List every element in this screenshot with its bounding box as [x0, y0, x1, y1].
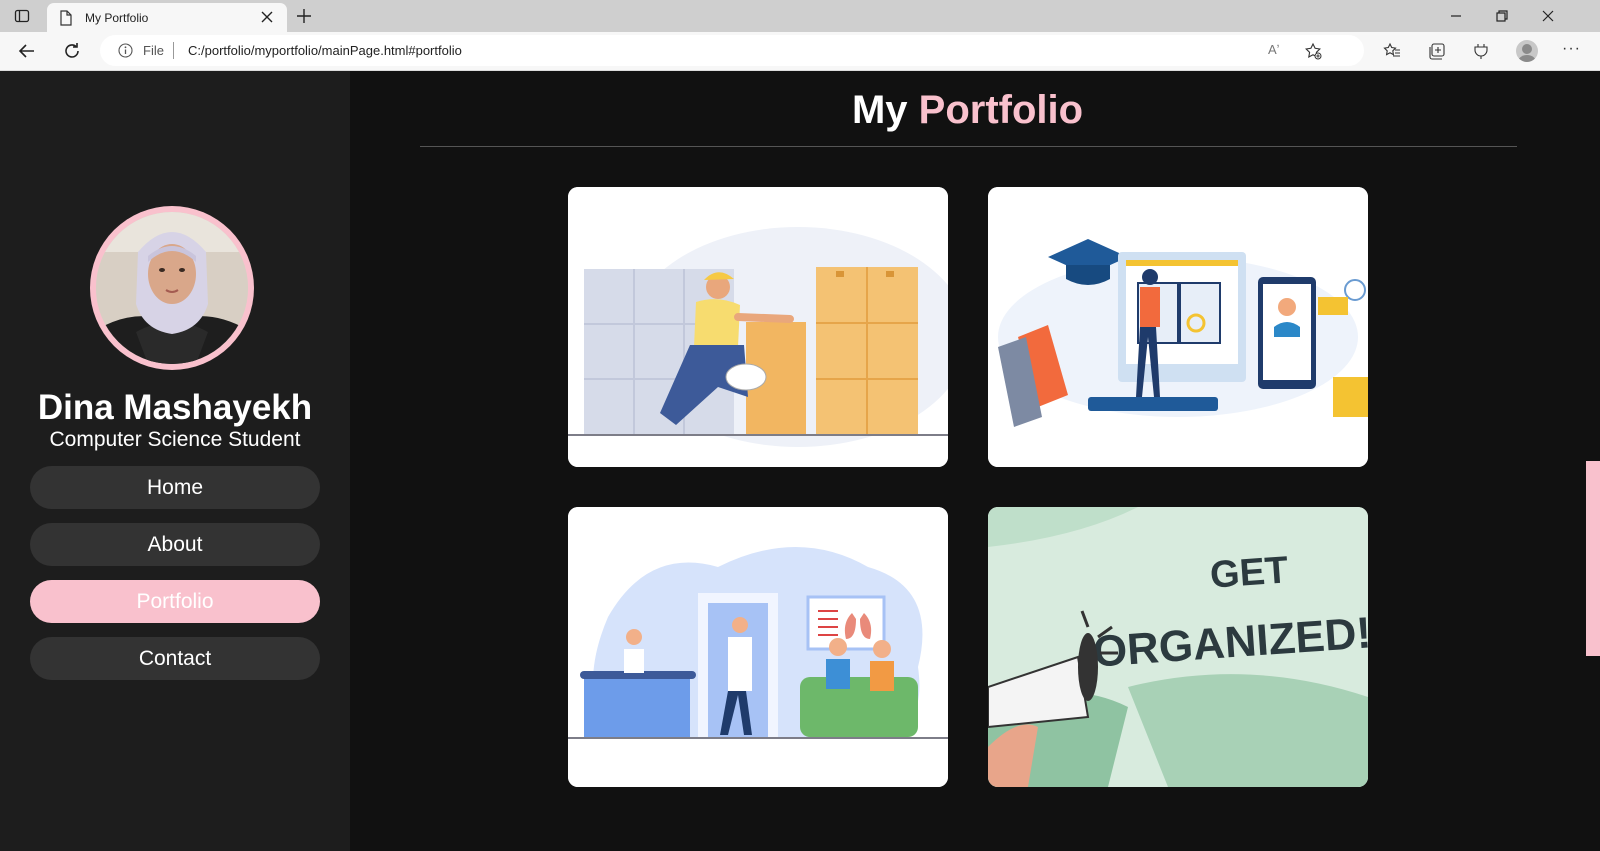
title-divider	[420, 146, 1517, 147]
card-headline-get: GET	[1209, 549, 1290, 596]
new-tab-icon[interactable]	[296, 8, 312, 24]
nav-portfolio-button[interactable]: Portfolio	[30, 580, 320, 623]
nav-contact-button[interactable]: Contact	[30, 637, 320, 680]
page-title-first: My	[851, 88, 908, 132]
tab-title: My Portfolio	[85, 11, 149, 25]
page-title: My Portfolio	[350, 88, 1585, 133]
profile-photo-frame	[90, 206, 254, 370]
portfolio-card-medical[interactable]	[568, 507, 948, 787]
add-favorite-icon[interactable]	[1304, 42, 1322, 60]
browser-essentials-icon[interactable]	[1472, 42, 1490, 60]
restore-icon[interactable]	[1494, 8, 1510, 24]
refresh-icon[interactable]	[63, 42, 81, 60]
medical-illustration	[568, 507, 948, 787]
more-options-icon[interactable]: ···	[1562, 40, 1581, 58]
profile-avatar-icon[interactable]	[1516, 40, 1538, 62]
back-arrow-icon[interactable]	[18, 42, 36, 60]
collections-icon[interactable]	[1428, 42, 1446, 60]
info-icon[interactable]	[118, 43, 133, 58]
close-tab-icon[interactable]	[261, 11, 273, 23]
sidebar	[0, 71, 350, 851]
page-title-accent: Portfolio	[918, 88, 1084, 132]
scrollbar-thumb[interactable]	[1586, 461, 1600, 656]
minimize-icon[interactable]	[1448, 8, 1464, 24]
nav-about-button[interactable]: About	[30, 523, 320, 566]
address-bar[interactable]: File C:/portfolio/myportfolio/mainPage.h…	[100, 35, 1364, 66]
read-aloud-icon[interactable]: Aʼ	[1268, 42, 1280, 57]
browser-tab[interactable]: My Portfolio	[47, 3, 287, 32]
file-scheme-label: File	[143, 43, 164, 58]
tab-actions-icon[interactable]	[14, 8, 30, 24]
favorites-icon[interactable]	[1383, 42, 1401, 60]
warehouse-illustration	[568, 187, 948, 467]
document-icon	[60, 10, 72, 26]
portfolio-card-get-organized[interactable]: GET ORGANIZED!	[988, 507, 1368, 787]
get-organized-illustration: GET ORGANIZED!	[988, 507, 1368, 787]
profile-photo-illustration	[96, 212, 248, 364]
elearning-illustration	[988, 187, 1368, 467]
url-text[interactable]: C:/portfolio/myportfolio/mainPage.html#p…	[188, 43, 462, 58]
profile-role: Computer Science Student	[49, 428, 301, 451]
portfolio-card-warehouse[interactable]	[568, 187, 948, 467]
address-bar-row: File C:/portfolio/myportfolio/mainPage.h…	[0, 32, 1600, 71]
profile-photo	[96, 212, 248, 364]
portfolio-card-elearning[interactable]	[988, 187, 1368, 467]
profile-name: Dina Mashayekh	[37, 388, 313, 427]
close-window-icon[interactable]	[1540, 8, 1556, 24]
address-separator	[173, 42, 174, 59]
browser-tab-bar: My Portfolio	[0, 0, 1600, 32]
main-content	[350, 71, 1585, 851]
nav-home-button[interactable]: Home	[30, 466, 320, 509]
